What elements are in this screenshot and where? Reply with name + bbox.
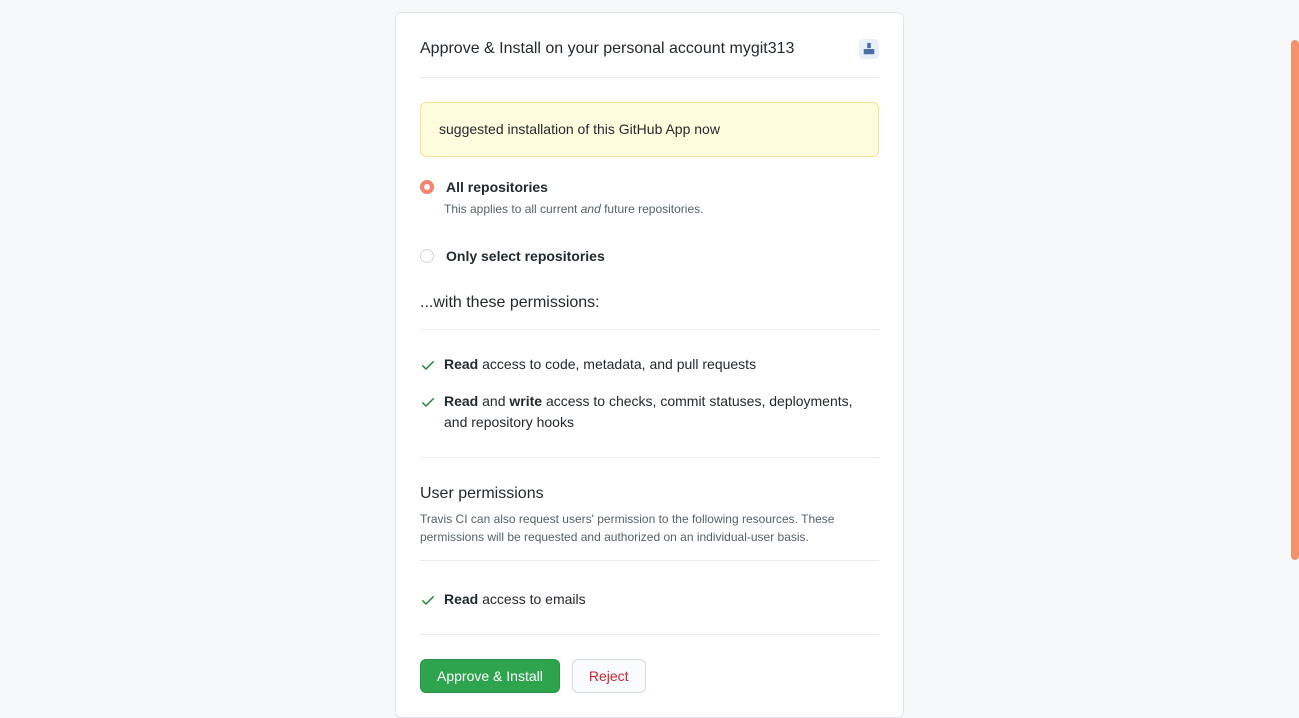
- page-title: Approve & Install on your personal accou…: [420, 37, 794, 61]
- permission-item: Read access to code, metadata, and pull …: [420, 350, 879, 379]
- check-icon: [420, 394, 436, 410]
- user-permissions-desc: Travis CI can also request users' permis…: [420, 510, 879, 546]
- radio-content: All repositories This applies to all cur…: [444, 177, 879, 218]
- reject-button[interactable]: Reject: [572, 659, 646, 693]
- app-icon: [859, 39, 879, 59]
- radio-content: Only select repositories: [444, 246, 879, 267]
- check-icon: [420, 357, 436, 373]
- scroll-indicator[interactable]: [1291, 40, 1299, 560]
- radio-select-repositories[interactable]: Only select repositories: [420, 246, 879, 267]
- notice-text: suggested installation of this GitHub Ap…: [439, 121, 720, 137]
- approve-install-button[interactable]: Approve & Install: [420, 659, 560, 693]
- user-permissions-section: User permissions Travis CI can also requ…: [420, 482, 879, 561]
- radio-desc-all: This applies to all current and future r…: [444, 200, 879, 218]
- check-icon: [420, 592, 436, 608]
- permissions-heading: ...with these permissions:: [420, 291, 879, 330]
- permission-text: Read access to emails: [444, 589, 586, 610]
- permission-text: Read access to code, metadata, and pull …: [444, 354, 756, 375]
- permissions-list: Read access to code, metadata, and pull …: [420, 330, 879, 458]
- permission-item: Read access to emails: [420, 585, 879, 614]
- radio-label-select: Only select repositories: [444, 246, 879, 267]
- radio-label-all: All repositories: [444, 177, 879, 198]
- radio-all-repositories[interactable]: All repositories This applies to all cur…: [420, 177, 879, 218]
- install-card: Approve & Install on your personal accou…: [395, 12, 904, 718]
- radio-indicator-selected: [420, 180, 434, 194]
- repo-radio-group: All repositories This applies to all cur…: [420, 177, 879, 267]
- header-row: Approve & Install on your personal accou…: [420, 37, 879, 78]
- permission-text: Read and write access to checks, commit …: [444, 391, 879, 433]
- permission-item: Read and write access to checks, commit …: [420, 387, 879, 437]
- user-permissions-title: User permissions: [420, 482, 879, 506]
- actions-row: Approve & Install Reject: [420, 659, 879, 693]
- radio-indicator-unselected: [420, 249, 434, 263]
- notice-box: suggested installation of this GitHub Ap…: [420, 102, 879, 157]
- user-permissions-list: Read access to emails: [420, 561, 879, 635]
